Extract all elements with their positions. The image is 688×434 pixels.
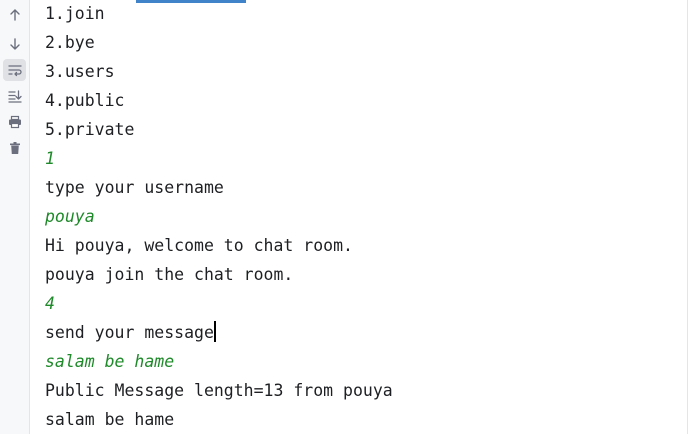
up-the-stack-button[interactable] — [3, 4, 26, 26]
print-icon — [8, 115, 21, 129]
console-input-line: 4 — [45, 289, 55, 318]
console-input-line: 1 — [45, 144, 55, 173]
console-output[interactable]: 1.join 2.bye 3.users 4.public 5.private 1 type… — [45, 0, 688, 434]
text-caret — [213, 321, 216, 342]
down-the-stack-button[interactable] — [3, 33, 26, 55]
console-line-text: pouya — [45, 207, 95, 226]
console-output-line: Public Message length=13 from pouya — [45, 376, 393, 405]
print-button[interactable] — [3, 111, 26, 133]
console-output-line: pouya join the chat room. — [45, 260, 293, 289]
console-output-line: salam be hame — [45, 405, 174, 434]
console-line-text: 1.join — [45, 4, 105, 23]
console-line-text: send your message — [45, 323, 214, 342]
console-output-line: send your message — [45, 318, 216, 347]
console-line-text: 4.public — [45, 91, 125, 110]
console-output-line: 1.join — [45, 0, 105, 28]
console-line-text: 1 — [45, 149, 55, 168]
console-line-text: 2.bye — [45, 33, 95, 52]
console-input-line: pouya — [45, 202, 95, 231]
console-line-text: salam be hame — [45, 410, 175, 429]
console-line-text: type your username — [45, 178, 224, 197]
console-line-text: salam be hame — [45, 352, 175, 371]
console-line-text: 5.private — [45, 120, 135, 139]
soft-wrap-button[interactable] — [3, 59, 26, 81]
console-line-text: pouya join the chat room. — [45, 265, 294, 284]
scroll-to-end-icon — [7, 90, 22, 103]
console-line-text: 3.users — [45, 62, 115, 81]
console-output-line: 4.public — [45, 86, 124, 115]
run-console-window: 1.join 2.bye 3.users 4.public 5.private 1 type… — [0, 0, 688, 434]
console-line-text: 4 — [45, 294, 55, 313]
console-line-text: Public Message length=13 from pouya — [45, 381, 393, 400]
soft-wrap-icon — [7, 65, 22, 77]
console-output-line: Hi pouya, welcome to chat room. — [45, 231, 353, 260]
scroll-to-end-button[interactable] — [3, 85, 26, 107]
clear-all-button[interactable] — [3, 137, 26, 159]
console-output-line: 2.bye — [45, 28, 95, 57]
arrow-up-icon — [9, 9, 20, 21]
console-output-line: type your username — [45, 173, 224, 202]
console-output-line: 5.private — [45, 115, 134, 144]
arrow-down-icon — [9, 38, 20, 50]
console-input-line: salam be hame — [45, 347, 174, 376]
console-output-line: 3.users — [45, 57, 115, 86]
console-toolbar — [0, 0, 30, 434]
console-line-text: Hi pouya, welcome to chat room. — [45, 236, 353, 255]
trash-icon — [9, 142, 20, 154]
